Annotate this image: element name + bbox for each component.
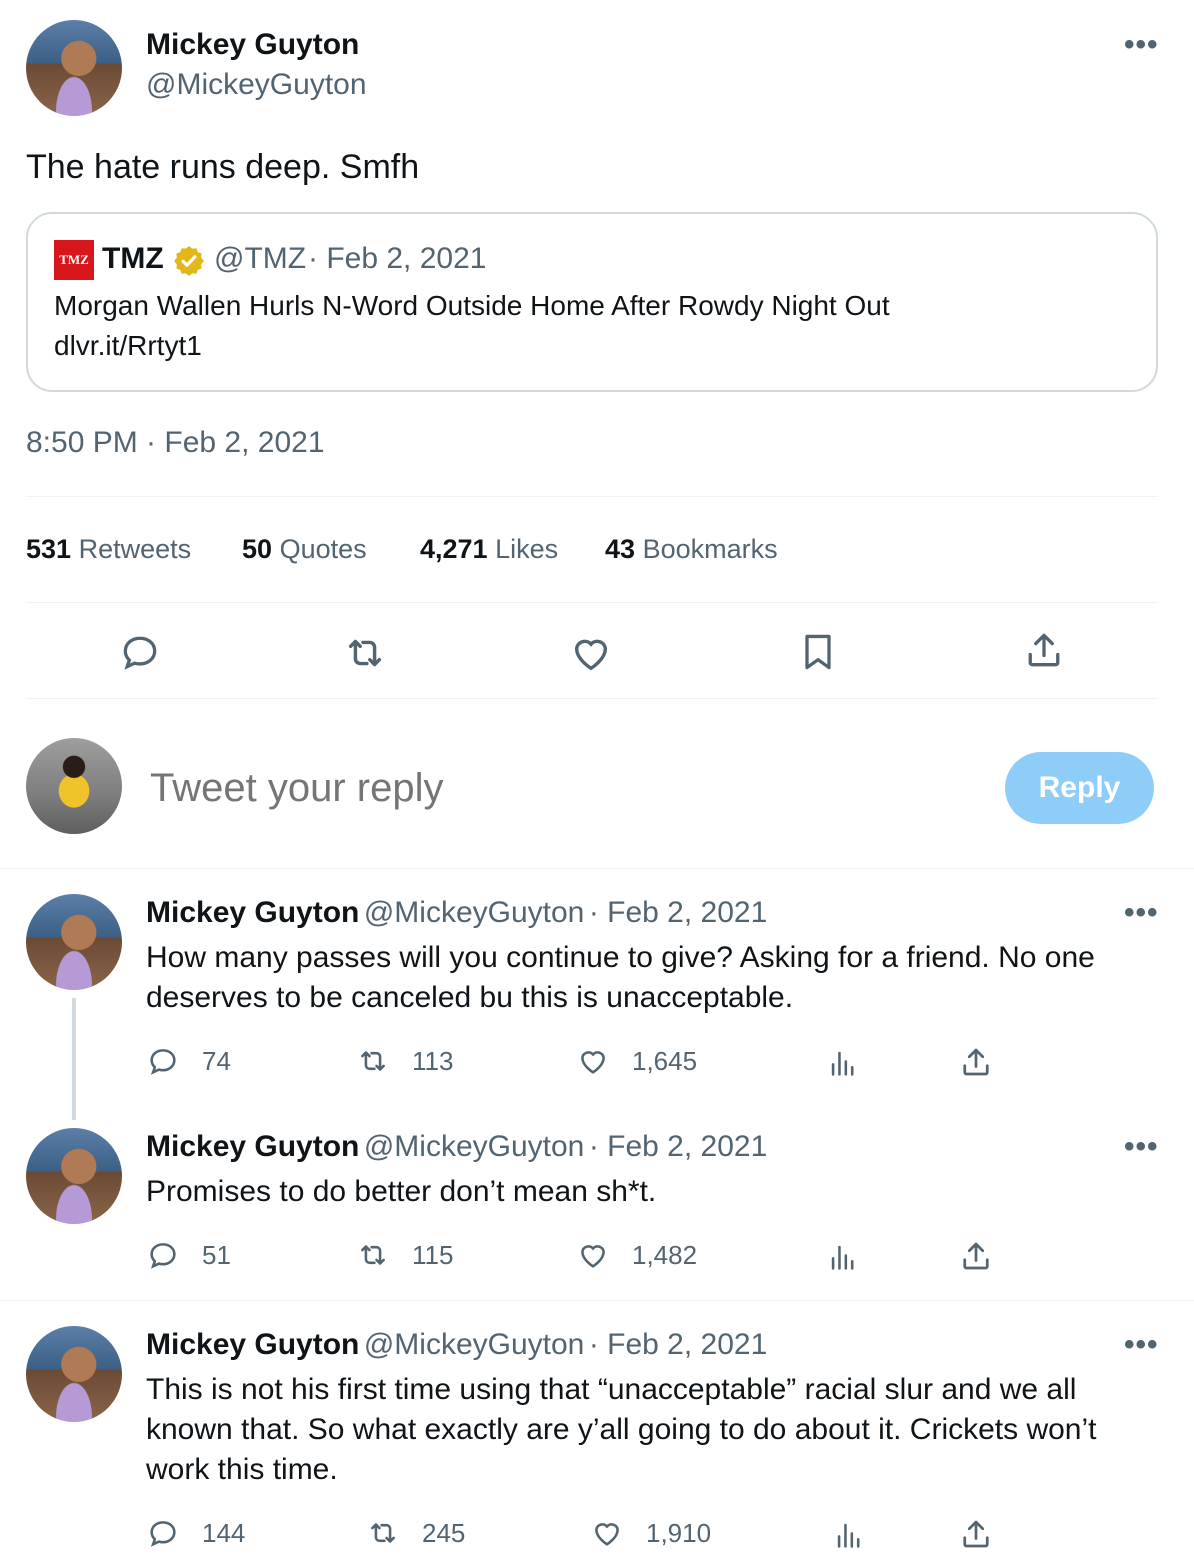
tmz-logo: TMZ (54, 240, 94, 280)
reply-text: How many passes will you continue to giv… (146, 941, 1095, 1014)
more-options-icon[interactable]: ••• (1124, 1130, 1159, 1164)
reply-header: Mickey Guyton @MickeyGuyton · Feb 2, 202… (146, 1328, 767, 1362)
retweet-icon (366, 1516, 400, 1550)
more-options-icon[interactable]: ••• (1124, 896, 1159, 930)
like-count: 1,910 (646, 1517, 712, 1548)
reply-button[interactable]: Reply (1005, 752, 1154, 824)
current-user-avatar[interactable] (26, 738, 122, 834)
reply-icon (146, 1238, 180, 1272)
reply-author-handle[interactable]: @MickeyGuyton (364, 1130, 585, 1163)
stat-bookmarks[interactable]: 43 Bookmarks (605, 534, 778, 565)
bookmarks-count: 43 (605, 534, 636, 564)
retweet-action[interactable]: 115 (356, 1238, 453, 1272)
reply-date[interactable]: · Feb 2, 2021 (589, 1130, 767, 1163)
reply-date[interactable]: · Feb 2, 2021 (589, 1328, 767, 1361)
retweet-action[interactable]: 245 (366, 1516, 465, 1550)
quoted-tweet-text: Morgan Wallen Hurls N-Word Outside Home … (54, 290, 890, 321)
likes-count: 4,271 (420, 534, 488, 564)
bookmark-icon[interactable] (796, 630, 840, 674)
retweet-count: 245 (422, 1517, 466, 1548)
share-icon[interactable] (958, 1044, 994, 1080)
divider (26, 698, 1158, 699)
like-action[interactable]: 1,645 (576, 1044, 697, 1078)
main-author-handle[interactable]: @MickeyGuyton (146, 68, 367, 102)
quoted-author-handle: @TMZ (214, 242, 307, 275)
reply-icon (146, 1044, 180, 1078)
reply-header: Mickey Guyton @MickeyGuyton · Feb 2, 202… (146, 1130, 767, 1164)
reply-icon (146, 1516, 180, 1550)
quotes-label: Quotes (279, 534, 367, 564)
thread-line (72, 998, 76, 1120)
quotes-count: 50 (242, 534, 273, 564)
reply-count: 51 (202, 1239, 231, 1270)
share-icon[interactable] (958, 1238, 994, 1274)
retweet-icon[interactable] (342, 630, 388, 676)
like-action[interactable]: 1,482 (576, 1238, 697, 1272)
reply-author-name[interactable]: Mickey Guyton (146, 1130, 359, 1163)
like-action[interactable]: 1,910 (590, 1516, 711, 1550)
main-author-name[interactable]: Mickey Guyton (146, 28, 359, 62)
reply-count: 144 (202, 1517, 246, 1548)
like-icon[interactable] (568, 630, 614, 676)
share-icon[interactable] (1022, 628, 1066, 672)
stat-quotes[interactable]: 50 Quotes (242, 534, 367, 565)
reply-icon[interactable] (118, 630, 162, 674)
quoted-date: · Feb 2, 2021 (308, 242, 487, 275)
reply-author-avatar[interactable] (26, 1128, 122, 1224)
views-icon[interactable] (832, 1518, 866, 1552)
tweet-timestamp[interactable]: 8:50 PM · Feb 2, 2021 (26, 426, 325, 460)
divider (0, 1300, 1194, 1301)
reply-input[interactable] (150, 760, 970, 816)
reply-author-handle[interactable]: @MickeyGuyton (364, 1328, 585, 1361)
quoted-tweet-card[interactable]: TMZ TMZ @TMZ · Feb 2, 2021 Morgan Wallen… (26, 212, 1158, 392)
retweet-icon (356, 1238, 390, 1272)
reply-author-handle[interactable]: @MickeyGuyton (364, 896, 585, 929)
reply-author-name[interactable]: Mickey Guyton (146, 1328, 359, 1361)
likes-label: Likes (495, 534, 559, 564)
verified-badge-icon (174, 246, 204, 276)
reply-text: Promises to do better don’t mean sh*t. (146, 1175, 657, 1208)
main-author-avatar[interactable] (26, 20, 122, 116)
retweets-label: Retweets (78, 534, 192, 564)
like-count: 1,482 (632, 1239, 698, 1270)
quoted-author-name: TMZ (102, 242, 164, 275)
more-options-icon[interactable]: ••• (1124, 1328, 1159, 1362)
more-options-icon[interactable]: ••• (1124, 28, 1159, 62)
reply-header: Mickey Guyton @MickeyGuyton · Feb 2, 202… (146, 896, 767, 930)
like-icon (576, 1044, 610, 1078)
reply-action[interactable]: 144 (146, 1516, 245, 1550)
quoted-tweet-link[interactable]: dlvr.it/Rrtyt1 (54, 330, 202, 362)
reply-date[interactable]: · Feb 2, 2021 (589, 896, 767, 929)
reply-author-avatar[interactable] (26, 1326, 122, 1422)
share-icon[interactable] (958, 1516, 994, 1552)
divider (26, 602, 1158, 603)
retweet-count: 115 (412, 1239, 454, 1270)
reply-author-name[interactable]: Mickey Guyton (146, 896, 359, 929)
views-icon[interactable] (826, 1240, 860, 1274)
stat-likes[interactable]: 4,271 Likes (420, 534, 558, 565)
reply-action[interactable]: 74 (146, 1044, 231, 1078)
bookmarks-label: Bookmarks (642, 534, 778, 564)
reply-author-avatar[interactable] (26, 894, 122, 990)
retweet-action[interactable]: 113 (356, 1044, 453, 1078)
like-icon (590, 1516, 624, 1550)
reply-action[interactable]: 51 (146, 1238, 231, 1272)
views-icon[interactable] (826, 1046, 860, 1080)
divider (0, 868, 1194, 869)
reply-text: This is not his first time using that “u… (146, 1373, 1097, 1486)
divider (26, 496, 1158, 497)
main-tweet-text: The hate runs deep. Smfh (26, 148, 420, 186)
like-count: 1,645 (632, 1045, 698, 1076)
retweet-icon (356, 1044, 390, 1078)
reply-count: 74 (202, 1045, 231, 1076)
stat-retweets[interactable]: 531 Retweets (26, 534, 191, 565)
retweets-count: 531 (26, 534, 72, 564)
like-icon (576, 1238, 610, 1272)
retweet-count: 113 (412, 1045, 454, 1076)
